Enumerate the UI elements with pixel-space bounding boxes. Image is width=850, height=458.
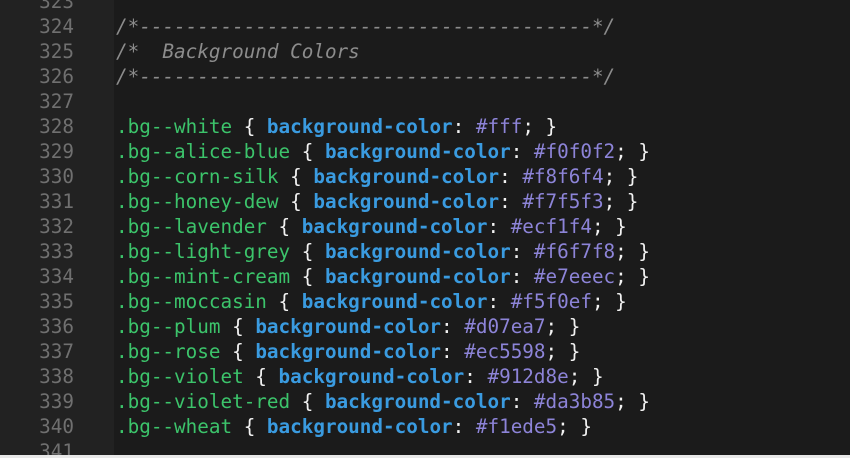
css-property: background-color [255,340,442,363]
comment: /*--------------------------------------… [116,65,616,88]
line-number: 324 [39,15,74,38]
css-property: background-color [313,165,500,188]
css-value: #f7f5f3 [522,190,604,213]
css-property: background-color [266,115,453,138]
css-value: #f8f6f4 [522,165,604,188]
css-selector: .bg--white [116,115,233,138]
line-number: 325 [39,40,74,63]
css-selector: .bg--violet [116,365,244,388]
line-number: 335 [39,290,74,313]
css-property: background-color [278,365,465,388]
css-value: #f5f0ef [510,290,592,313]
css-selector: .bg--honey-dew [116,190,279,213]
comment: /* Background Colors [116,40,360,63]
css-selector: .bg--rose [116,340,221,363]
css-property: background-color [301,215,488,238]
css-property: background-color [324,240,511,263]
css-property: background-color [266,415,453,438]
css-selector: .bg--corn-silk [116,165,279,188]
line-number: 333 [39,240,74,263]
line-number: 326 [39,65,74,88]
comment: /*--------------------------------------… [116,15,616,38]
line-number: 330 [39,165,74,188]
css-property: background-color [324,140,511,163]
css-selector: .bg--violet-red [116,390,291,413]
css-value: #d07ea7 [464,315,546,338]
css-value: #fff [475,115,523,138]
css-property: background-color [313,190,500,213]
css-property: background-color [255,315,442,338]
css-selector: .bg--moccasin [116,290,267,313]
css-property: background-color [324,390,511,413]
css-value: #e7eeec [533,265,616,288]
line-number: 323 [39,0,74,13]
line-number: 339 [39,390,74,413]
css-value: #912d8e [487,365,569,388]
css-value: #f1ede5 [475,415,558,438]
css-value: #f6f7f8 [533,240,616,263]
css-property: background-color [324,265,511,288]
code-editor[interactable]: 323 324 /*--------------------------------… [0,0,850,455]
line-number: 331 [39,190,74,213]
line-number: 332 [39,215,74,238]
line-number: 328 [39,115,74,138]
line-number: 337 [39,340,74,363]
line-number: 338 [39,365,74,388]
css-selector: .bg--wheat [116,415,233,438]
line-number: 334 [39,265,74,288]
css-selector: .bg--mint-cream [116,265,291,288]
css-selector: .bg--light-grey [116,240,291,263]
line-number: 340 [39,415,74,438]
css-selector: .bg--plum [116,315,221,338]
css-value: #da3b85 [533,390,616,413]
css-property: background-color [301,290,488,313]
line-number: 327 [39,90,74,113]
css-selector: .bg--alice-blue [116,140,291,163]
line-number: 329 [39,140,74,163]
css-selector: .bg--lavender [116,215,267,238]
line-number: 341 [39,440,74,455]
css-value: #f0f0f2 [533,140,616,163]
css-value: #ecf1f4 [510,215,592,238]
css-value: #ec5598 [464,340,546,363]
line-number: 336 [39,315,74,338]
